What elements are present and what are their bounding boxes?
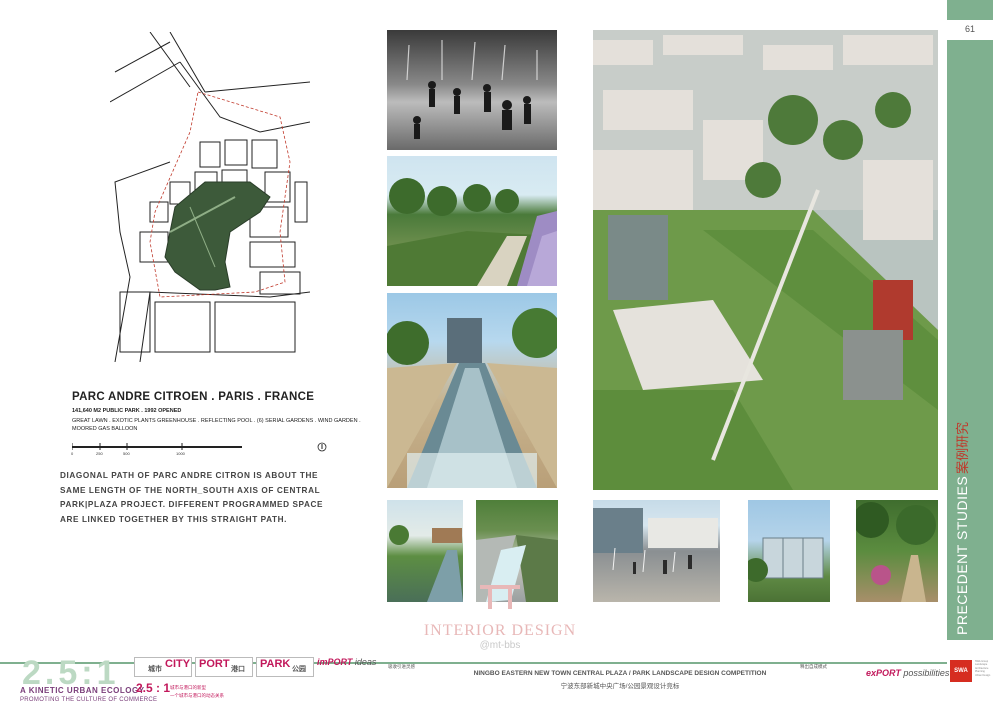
brand-subtagline: PROMOTING THE CULTURE OF COMMERCE (20, 697, 158, 703)
description-line-1: DIAGONAL PATH OF PARC ANDRE CITRON IS AB… (60, 471, 319, 480)
project-caption: PARC ANDRE CITROEN . PARIS . FRANCE 141,… (72, 391, 362, 433)
side-strip-top (947, 0, 993, 20)
scale-bar: 0 250 500 1000 (71, 440, 352, 460)
brand-tagline: A KINETIC URBAN ECOLOGY (20, 686, 145, 695)
tag-park-en: PARK (260, 658, 291, 670)
description-line-4: ARE LINKED TOGETHER BY THIS STRAIGHT PAT… (60, 514, 288, 524)
photo-glass-pavilion (748, 500, 830, 602)
competition-title-en: NINGBO EASTERN NEW TOWN CENTRAL PLAZA / … (473, 670, 767, 677)
swa-logo: SWA (950, 660, 972, 682)
photo-reflecting-pool (387, 293, 557, 488)
export-prefix: exPORT (866, 668, 901, 678)
watermark-title: INTERIOR DESIGN (423, 622, 577, 639)
import-prefix: imPORT (317, 657, 353, 667)
watermark: INTERIOR DESIGN @mt-bbs (415, 585, 585, 651)
side-title: PRECEDENT STUDIES案例研究 (952, 422, 972, 635)
page-number: 61 (964, 24, 975, 34)
scale-label-250: 250 (96, 451, 103, 456)
photo-garden-lavender (387, 156, 557, 286)
side-title-en: PRECEDENT STUDIES (954, 475, 970, 635)
export-suffix: possibilities (903, 668, 950, 678)
tag-port: PORT 港口 (195, 657, 253, 677)
import-ideas: imPORT ideas (317, 657, 376, 667)
photo-greenhouse-fountain (593, 500, 720, 602)
project-features-line1: GREAT LAWN . EXOTIC PLANTS GREENHOUSE . … (72, 418, 361, 424)
tag-park: PARK 公园 (256, 657, 314, 677)
competition-title-cn: 宁波东部新城中央广场/公园景观设计竞标 (560, 683, 680, 690)
scale-label-0: 0 (71, 451, 74, 456)
tag-city-en: CITY (165, 658, 191, 670)
scale-label-1000: 1000 (176, 451, 185, 456)
tag-port-cn: 港口 (231, 666, 245, 673)
export-cn: 释出自成模式 (800, 664, 827, 669)
watermark-sub: @mt-bbs (479, 640, 521, 651)
swa-line-5: Urban Design (975, 673, 991, 677)
side-title-cn: 案例研究 (955, 421, 970, 474)
export-possibilities: exPORT possibilities (866, 668, 949, 678)
mini-ratio: 2.5 : 1 (136, 681, 171, 695)
site-plan-map (110, 32, 310, 362)
swa-logo-text: SWA Group Landscape Architecture Plannin… (975, 660, 997, 677)
side-strip: 61 PRECEDENT STUDIES案例研究 (947, 0, 1000, 650)
mini-caption-1: 城市与港口的新型 (170, 685, 206, 690)
photo-serial-garden (856, 500, 938, 602)
project-features-line2: MOORED GAS BALLOON (72, 426, 138, 432)
import-suffix: ideas (354, 657, 377, 667)
description-line-2: SAME LENGTH OF THE NORTH_SOUTH AXIS OF C… (60, 485, 321, 495)
description-line-3: PARK|PLAZA PROJECT. DIFFERENT PROGRAMMED… (60, 500, 324, 509)
photo-fountain-children-bw (387, 30, 557, 150)
description-text: DIAGONAL PATH OF PARC ANDRE CITRON IS AB… (60, 469, 360, 527)
tag-city: 城市 CITY (134, 657, 192, 677)
tag-port-en: PORT (199, 658, 230, 670)
tag-city-cn: 城市 (148, 666, 162, 673)
project-features: GREAT LAWN . EXOTIC PLANTS GREENHOUSE . … (72, 417, 362, 433)
watermark-logo-icon (480, 585, 520, 609)
scale-bar-graphic (71, 442, 327, 452)
project-title: PARC ANDRE CITROEN . PARIS . FRANCE (72, 391, 315, 403)
photo-aerial-park (593, 30, 938, 490)
mini-caption-2: 一个城市与港口的动态关系 (170, 693, 224, 698)
scale-label-500: 500 (123, 451, 130, 456)
project-subtitle: 141,640 M2 PUBLIC PARK . 1992 OPENED (72, 408, 182, 414)
tag-park-cn: 公园 (292, 666, 306, 673)
import-cn: 吸收引进灵感 (388, 664, 415, 669)
